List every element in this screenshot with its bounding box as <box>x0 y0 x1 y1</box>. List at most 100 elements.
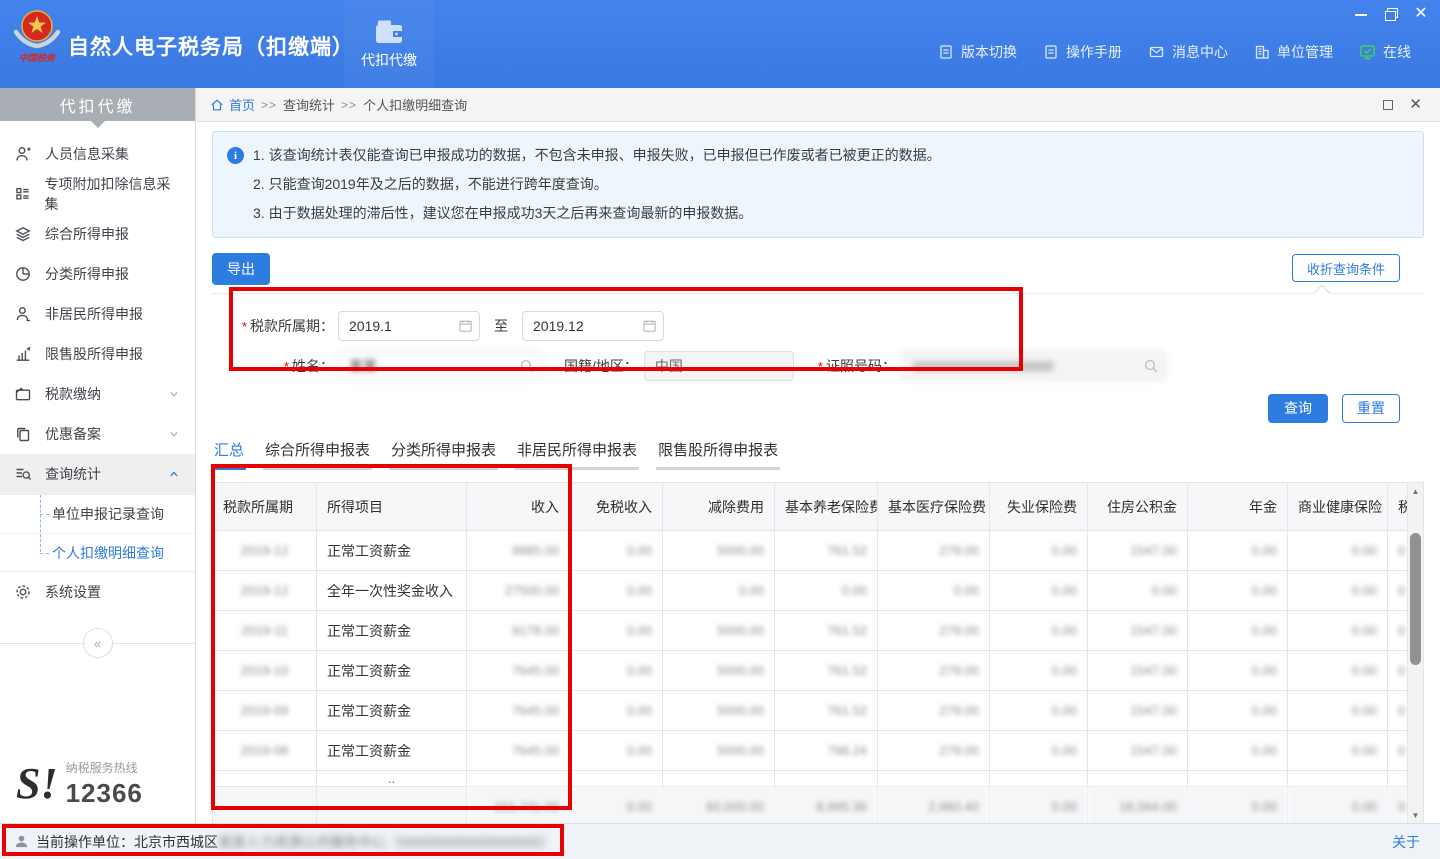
cell-income-item: -- <box>317 787 467 824</box>
column-header-7[interactable]: 失业保险费 <box>990 483 1088 531</box>
cell-income-item: 正常工资薪金 <box>317 731 467 771</box>
column-header-11[interactable]: 税 <box>1388 483 1408 531</box>
hotline-logo: S! <box>16 764 58 804</box>
current-unit-visible: 北京市西城区 <box>134 834 218 850</box>
result-tab-2[interactable]: 分类所得申报表 <box>389 439 498 470</box>
column-header-6[interactable]: 基本医疗保险费 <box>878 483 990 531</box>
column-header-9[interactable]: 年金 <box>1188 483 1288 531</box>
cell-value: 279.00 <box>878 531 990 571</box>
collapse-query-button[interactable]: 收折查询条件 <box>1292 254 1400 282</box>
sidebar-item-8[interactable]: 查询统计 <box>0 454 195 494</box>
sidebar-subitem-label: 单位申报记录查询 <box>52 504 164 524</box>
sidebar-collapse-button[interactable]: « <box>83 628 113 658</box>
sidebar-item-9[interactable]: 系统设置 <box>0 572 195 612</box>
sidebar-subitem-0[interactable]: 单位申报记录查询 <box>0 495 195 533</box>
column-header-2[interactable]: 收入 <box>467 483 570 531</box>
calendar-icon[interactable] <box>458 318 473 333</box>
table-row[interactable]: 2019-12正常工资薪金9985.000.005000.00761.52279… <box>213 531 1408 571</box>
cell-value: 279.00 <box>878 611 990 651</box>
cell-value: 5000.00 <box>663 731 775 771</box>
result-tab-1[interactable]: 综合所得申报表 <box>263 439 372 470</box>
column-header-5[interactable]: 基本养老保险费 <box>775 483 878 531</box>
cell-value: 0.00 <box>570 611 663 651</box>
breadcrumb-trail: >>查询统计>>个人扣缴明细查询 <box>261 95 467 114</box>
column-header-0[interactable]: 税款所属期 <box>213 483 317 531</box>
info-icon: i <box>227 147 244 164</box>
cell-value: 0.00 <box>1288 787 1388 824</box>
cell-period: 2019-11 <box>213 611 317 651</box>
column-header-1[interactable]: 所得项目 <box>317 483 467 531</box>
about-link[interactable]: 关于 <box>1392 832 1420 852</box>
breadcrumb-home[interactable]: 首页 <box>210 95 255 114</box>
user-status-icon <box>14 834 29 849</box>
result-tab-0[interactable]: 汇总 <box>212 439 246 470</box>
breadcrumb-item: 个人扣缴明细查询 <box>363 95 467 114</box>
sidebar-item-6[interactable]: 税款缴纳 <box>0 374 195 414</box>
tab-daikou-daijiao[interactable]: 代扣代缴 <box>344 0 434 88</box>
sidebar-item-1[interactable]: 专项附加扣除信息采集 <box>0 174 195 214</box>
chevron-down-icon <box>167 427 181 441</box>
sidebar-item-2[interactable]: 综合所得申报 <box>0 214 195 254</box>
export-button[interactable]: 导出 <box>212 253 270 285</box>
scroll-up-icon[interactable]: ▲ <box>1408 484 1423 499</box>
result-tab-3[interactable]: 非居民所得申报表 <box>515 439 639 470</box>
header-menu-item-0[interactable]: 版本切换 <box>925 42 1030 62</box>
scroll-down-icon[interactable]: ▼ <box>1408 808 1423 823</box>
cell-value: 279.00 <box>878 651 990 691</box>
cell-period: 2019-09 <box>213 691 317 731</box>
sidebar-item-4[interactable]: 非居民所得申报 <box>0 294 195 334</box>
person-add-icon <box>14 145 32 163</box>
table-row[interactable]: 2019-09正常工资薪金7645.000.005000.00761.52279… <box>213 691 1408 731</box>
reset-button[interactable]: 重置 <box>1342 394 1400 423</box>
sidebar-item-label: 限售股所得申报 <box>45 344 143 364</box>
header-menu-label: 操作手册 <box>1066 42 1122 62</box>
search-icon[interactable] <box>1143 358 1159 374</box>
table-row[interactable]: 2019-12全年一次性奖金收入27500.000.000.000.000.00… <box>213 571 1408 611</box>
sidebar-item-0[interactable]: 人员信息采集 <box>0 134 195 174</box>
sidebar-header: 代扣代缴 <box>0 88 195 121</box>
query-button[interactable]: 查询 <box>1268 394 1328 423</box>
table-row[interactable]: 2019-11正常工资薪金9178.000.005000.00761.52279… <box>213 611 1408 651</box>
calendar-icon[interactable] <box>642 318 657 333</box>
table-row[interactable]: 2019-10正常工资薪金7645.000.005000.00761.52279… <box>213 651 1408 691</box>
nationality-label: 国籍/地区： <box>564 356 638 376</box>
china-tax-emblem-logo: 中国税务 <box>12 6 62 66</box>
cell-value: 761.52 <box>775 691 878 731</box>
vertical-scrollbar[interactable]: ▲ ▼ <box>1407 482 1424 823</box>
cell-income-item: 正常工资薪金 <box>317 531 467 571</box>
list-icon <box>14 185 32 203</box>
search-icon[interactable] <box>519 358 535 374</box>
header-menu-label: 消息中心 <box>1172 42 1228 62</box>
column-header-4[interactable]: 减除费用 <box>663 483 775 531</box>
close-icon[interactable]: ✕ <box>1414 7 1428 21</box>
column-header-8[interactable]: 住房公积金 <box>1088 483 1188 531</box>
header-menu-item-2[interactable]: 消息中心 <box>1135 42 1241 62</box>
table-row[interactable]: ----161,741.000.0060,000.008,995.362,960… <box>213 787 1408 824</box>
sidebar-item-5[interactable]: 限售股所得申报 <box>0 334 195 374</box>
name-input[interactable] <box>338 351 542 381</box>
column-header-10[interactable]: 商业健康保险 <box>1288 483 1388 531</box>
table-row[interactable]: 2019-08正常工资薪金7645.000.005000.00798.24279… <box>213 731 1408 771</box>
column-header-3[interactable]: 免税收入 <box>570 483 663 531</box>
panel-maximize-icon[interactable] <box>1383 100 1393 110</box>
cell-value: 0.00 <box>1388 731 1408 771</box>
id-number-input[interactable] <box>902 351 1166 381</box>
nationality-input[interactable] <box>644 351 794 381</box>
cell-value: 0.00 <box>1188 571 1288 611</box>
result-tab-4[interactable]: 限售股所得申报表 <box>656 439 780 470</box>
header-menu-item-3[interactable]: 单位管理 <box>1241 42 1346 62</box>
sidebar-subitem-1[interactable]: 个人扣缴明细查询 <box>0 533 195 571</box>
header-menu-item-1[interactable]: 操作手册 <box>1030 42 1135 62</box>
cell-value: 0.00 <box>1188 531 1288 571</box>
vertical-scroll-thumb[interactable] <box>1410 533 1421 665</box>
header-menu-item-4[interactable]: 在线 <box>1346 42 1424 62</box>
sidebar-item-3[interactable]: 分类所得申报 <box>0 254 195 294</box>
minimize-icon[interactable] <box>1354 7 1368 21</box>
restore-icon[interactable] <box>1384 7 1398 21</box>
sidebar-item-label: 优惠备案 <box>45 424 101 444</box>
form-row-person: *姓名： 国籍/地区： *证照号码： <box>212 345 1424 387</box>
cell-period: 2019-12 <box>213 571 317 611</box>
panel-close-icon[interactable]: ✕ <box>1409 99 1422 111</box>
sidebar-menu: 人员信息采集专项附加扣除信息采集综合所得申报分类所得申报非居民所得申报限售股所得… <box>0 134 195 612</box>
sidebar-item-7[interactable]: 优惠备案 <box>0 414 195 454</box>
